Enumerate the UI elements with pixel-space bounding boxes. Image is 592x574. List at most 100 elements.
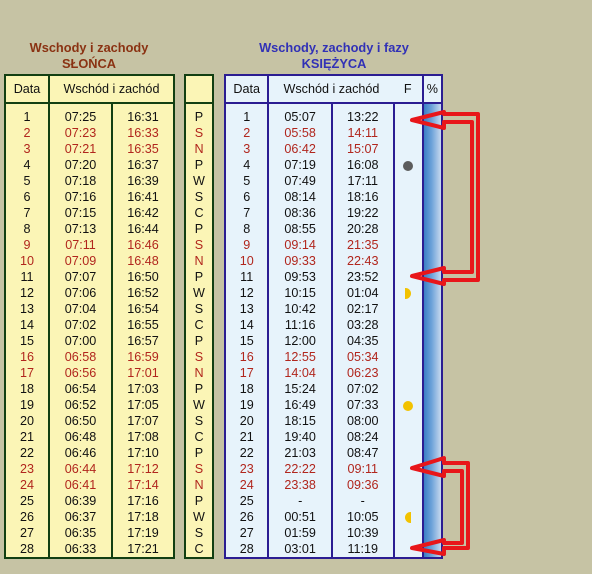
- moon-day-cell: 11: [223, 269, 270, 285]
- moon-day-cell: 26: [223, 509, 270, 525]
- weekday-letter: P: [194, 222, 204, 236]
- weekday-row: P: [185, 221, 213, 237]
- weekday-letter: N: [194, 142, 204, 156]
- moon-table-row: 2 05:58 14:11: [223, 125, 442, 141]
- moon-table-row: 3 06:42 15:07: [223, 141, 442, 157]
- weekday-letter: S: [194, 238, 204, 252]
- sun-set-cell: 16:55: [111, 317, 175, 333]
- sun-rise-cell: 06:33: [48, 541, 113, 558]
- weekday-letter: P: [194, 382, 204, 396]
- moon-table-row: 21 19:40 08:24: [223, 429, 442, 445]
- sun-set-cell: 17:16: [111, 493, 175, 509]
- sun-day-cell: 22: [4, 445, 50, 461]
- moon-table-row: 17 14:04 06:23: [223, 365, 442, 381]
- sun-set-cell: 16:54: [111, 301, 175, 317]
- sun-rise-cell: 07:18: [48, 173, 113, 189]
- moon-table-row: 7 08:36 19:22: [223, 205, 442, 221]
- moon-set-cell: 09:11: [330, 461, 395, 477]
- moon-table-row: 1 05:07 13:22: [223, 103, 444, 558]
- moon-rise-cell: 03:01: [267, 541, 333, 558]
- sun-table-row: 4 07:20 16:37: [4, 157, 175, 173]
- moon-table-row: 20 18:15 08:00: [223, 413, 442, 429]
- sun-set-cell: 16:52: [111, 285, 175, 301]
- moon-table-row: 15 12:00 04:35: [223, 333, 442, 349]
- weekday-row: C: [185, 205, 213, 221]
- sun-set-cell: 16:31: [111, 103, 175, 125]
- weekday-row: S: [185, 461, 213, 477]
- weekday-row: S: [185, 125, 213, 141]
- sun-rise-cell: 06:48: [48, 429, 113, 445]
- moon-phase-cell: [392, 541, 424, 558]
- moon-day-cell: 1: [223, 103, 270, 125]
- sun-day-cell: 1: [4, 103, 50, 125]
- moon-phase-cell: [392, 141, 424, 157]
- sun-day-cell: 10: [4, 253, 50, 269]
- sun-set-cell: 16:57: [111, 333, 175, 349]
- moon-set-cell: 09:36: [330, 477, 395, 493]
- moon-set-cell: 02:17: [330, 301, 395, 317]
- sun-day-cell: 12: [4, 285, 50, 301]
- sun-table-row: 3 07:21 16:35: [4, 141, 175, 157]
- moon-rise-cell: 05:07: [267, 103, 333, 125]
- sun-rise-cell: 07:09: [48, 253, 113, 269]
- moon-phase-cell: [392, 397, 424, 413]
- sun-day-cell: 19: [4, 397, 50, 413]
- moon-illumination-bar: [421, 103, 444, 558]
- weekday-row: P: [185, 381, 213, 397]
- moon-set-cell: 10:05: [330, 509, 395, 525]
- moon-day-cell: 23: [223, 461, 270, 477]
- sun-set-cell: 17:18: [111, 509, 175, 525]
- moon-day-cell: 22: [223, 445, 270, 461]
- sun-day-cell: 4: [4, 157, 50, 173]
- moon-rise-cell: 06:42: [267, 141, 333, 157]
- sun-rise-cell: 07:25: [48, 103, 113, 125]
- moon-table-row: 5 07:49 17:11: [223, 173, 442, 189]
- moon-day-cell: 9: [223, 237, 270, 253]
- sun-table-row: 5 07:18 16:39: [4, 173, 175, 189]
- sun-rise-cell: 06:54: [48, 381, 113, 397]
- sun-rise-cell: 07:00: [48, 333, 113, 349]
- moon-phase-cell: [392, 189, 424, 205]
- weekday-row: P: [185, 445, 213, 461]
- sun-day-cell: 26: [4, 509, 50, 525]
- sun-set-cell: 16:50: [111, 269, 175, 285]
- weekday-row: C: [185, 541, 213, 558]
- weekday-row: S: [185, 189, 213, 205]
- moon-phase-cell: [392, 125, 424, 141]
- sun-table-row: 7 07:15 16:42: [4, 205, 175, 221]
- moon-rise-cell: 12:55: [267, 349, 333, 365]
- sun-day-cell: 9: [4, 237, 50, 253]
- sun-day-cell: 3: [4, 141, 50, 157]
- moon-set-cell: 05:34: [330, 349, 395, 365]
- moon-set-cell: 17:11: [330, 173, 395, 189]
- moon-table-row: 11 09:53 23:52: [223, 269, 442, 285]
- moon-phase-cell: [392, 509, 424, 525]
- sun-set-cell: 16:46: [111, 237, 175, 253]
- weekday-letter: N: [194, 366, 204, 380]
- moon-table-row: 27 01:59 10:39: [223, 525, 442, 541]
- weekday-letter: P: [194, 446, 204, 460]
- moon-day-cell: 14: [223, 317, 270, 333]
- moon-phase-cell: [392, 349, 424, 365]
- sun-col-date-header: Data: [4, 74, 50, 104]
- sun-table-row: 2 07:23 16:33: [4, 125, 175, 141]
- weekday-header: [185, 75, 213, 104]
- moon-set-cell: 19:22: [330, 205, 395, 221]
- moon-phase-cell: [392, 301, 424, 317]
- moon-rise-cell: 21:03: [267, 445, 333, 461]
- weekday-letter: P: [194, 158, 204, 172]
- moon-set-cell: 08:24: [330, 429, 395, 445]
- moon-rise-cell: 12:00: [267, 333, 333, 349]
- moon-phase-cell: [392, 221, 424, 237]
- sun-day-cell: 15: [4, 333, 50, 349]
- moon-rise-cell: 08:55: [267, 221, 333, 237]
- sun-rise-cell: 06:58: [48, 349, 113, 365]
- weekday-letter: N: [194, 478, 204, 492]
- weekday-letter: C: [194, 430, 204, 444]
- first-quarter-icon: [405, 288, 412, 300]
- moon-rise-cell: 10:15: [267, 285, 333, 301]
- moon-set-cell: 16:08: [330, 157, 395, 173]
- moon-set-cell: 13:22: [330, 103, 395, 125]
- moon-table-row: 28 03:01 11:19: [223, 541, 442, 558]
- moon-day-cell: 5: [223, 173, 270, 189]
